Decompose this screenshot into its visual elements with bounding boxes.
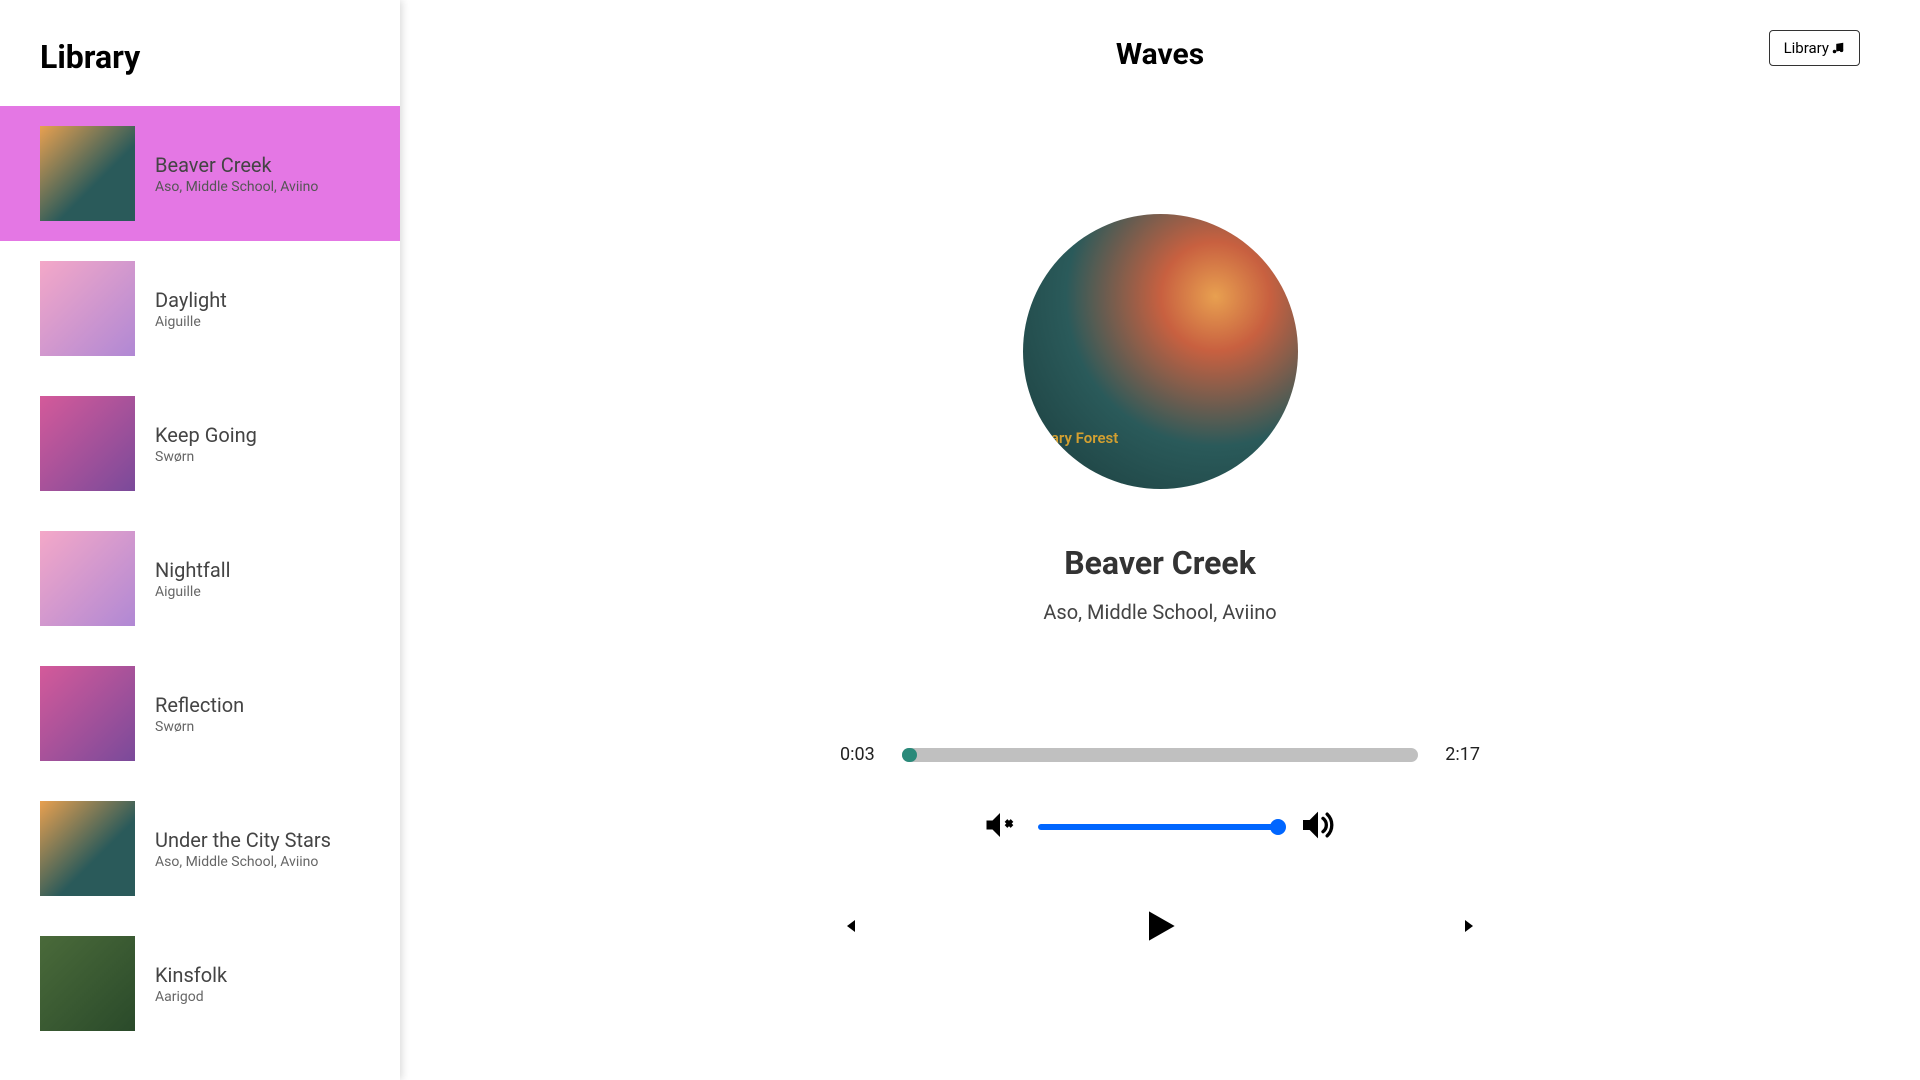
- track-meta: Daylight Aiguille: [155, 288, 227, 330]
- album-thumbnail: [40, 801, 135, 896]
- previous-button[interactable]: [840, 910, 864, 942]
- track-artist: Aso, Middle School, Aviino: [155, 179, 318, 195]
- track-title: Beaver Creek: [155, 153, 318, 177]
- library-list: Beaver Creek Aso, Middle School, Aviino Da…: [0, 106, 400, 1051]
- app-title: Waves: [1116, 37, 1204, 72]
- track-title: Keep Going: [155, 423, 257, 447]
- library-item[interactable]: Beaver Creek Aso, Middle School, Aviino: [0, 106, 400, 241]
- progress-fill: [902, 748, 917, 762]
- library-item[interactable]: Daylight Aiguille: [0, 241, 400, 376]
- library-toggle-button[interactable]: Library: [1769, 30, 1860, 66]
- album-thumbnail: [40, 936, 135, 1031]
- main-panel: Waves Library Beaver Creek Aso, Middle S…: [400, 0, 1920, 1080]
- library-item[interactable]: Under the City Stars Aso, Middle School, …: [0, 781, 400, 916]
- now-playing: Beaver Creek Aso, Middle School, Aviino …: [460, 84, 1860, 1056]
- elapsed-time: 0:03: [840, 744, 882, 765]
- volume-row: [982, 805, 1338, 849]
- next-button[interactable]: [1456, 910, 1480, 942]
- track-artist: Aso, Middle School, Aviino: [155, 854, 331, 870]
- track-meta: Reflection Swørn: [155, 693, 244, 735]
- mute-icon[interactable]: [982, 807, 1018, 847]
- album-thumbnail: [40, 126, 135, 221]
- track-artist: Aiguille: [155, 314, 227, 330]
- track-artist: Swørn: [155, 449, 257, 465]
- track-title: Reflection: [155, 693, 244, 717]
- now-playing-artist: Aso, Middle School, Aviino: [1043, 600, 1276, 624]
- playback-controls: [840, 904, 1480, 948]
- album-art: [1023, 214, 1298, 489]
- track-title: Kinsfolk: [155, 963, 227, 987]
- album-thumbnail: [40, 531, 135, 626]
- library-item[interactable]: Kinsfolk Aarigod: [0, 916, 400, 1051]
- volume-up-icon[interactable]: [1298, 805, 1338, 849]
- track-artist: Aiguille: [155, 584, 230, 600]
- volume-thumb[interactable]: [1270, 819, 1286, 835]
- track-meta: Beaver Creek Aso, Middle School, Aviino: [155, 153, 318, 195]
- track-meta: Nightfall Aiguille: [155, 558, 230, 600]
- library-toggle-label: Library: [1784, 39, 1829, 57]
- music-icon: [1831, 41, 1845, 55]
- progress-row: 0:03 2:17: [840, 744, 1480, 765]
- track-title: Nightfall: [155, 558, 230, 582]
- track-artist: Aarigod: [155, 989, 227, 1005]
- track-title: Under the City Stars: [155, 828, 331, 852]
- album-thumbnail: [40, 666, 135, 761]
- library-item[interactable]: Nightfall Aiguille: [0, 511, 400, 646]
- sidebar-title: Library: [0, 0, 400, 106]
- now-playing-title: Beaver Creek: [1064, 544, 1256, 582]
- volume-slider[interactable]: [1038, 824, 1278, 830]
- library-item[interactable]: Keep Going Swørn: [0, 376, 400, 511]
- library-sidebar: Library Beaver Creek Aso, Middle School, …: [0, 0, 400, 1080]
- library-item[interactable]: Reflection Swørn: [0, 646, 400, 781]
- track-meta: Under the City Stars Aso, Middle School, …: [155, 828, 331, 870]
- album-thumbnail: [40, 396, 135, 491]
- track-title: Daylight: [155, 288, 227, 312]
- track-meta: Keep Going Swørn: [155, 423, 257, 465]
- track-meta: Kinsfolk Aarigod: [155, 963, 227, 1005]
- header: Waves Library: [460, 24, 1860, 84]
- track-artist: Swørn: [155, 719, 244, 735]
- album-thumbnail: [40, 261, 135, 356]
- duration-time: 2:17: [1438, 744, 1480, 765]
- play-button[interactable]: [1138, 904, 1182, 948]
- progress-slider[interactable]: [902, 748, 1418, 762]
